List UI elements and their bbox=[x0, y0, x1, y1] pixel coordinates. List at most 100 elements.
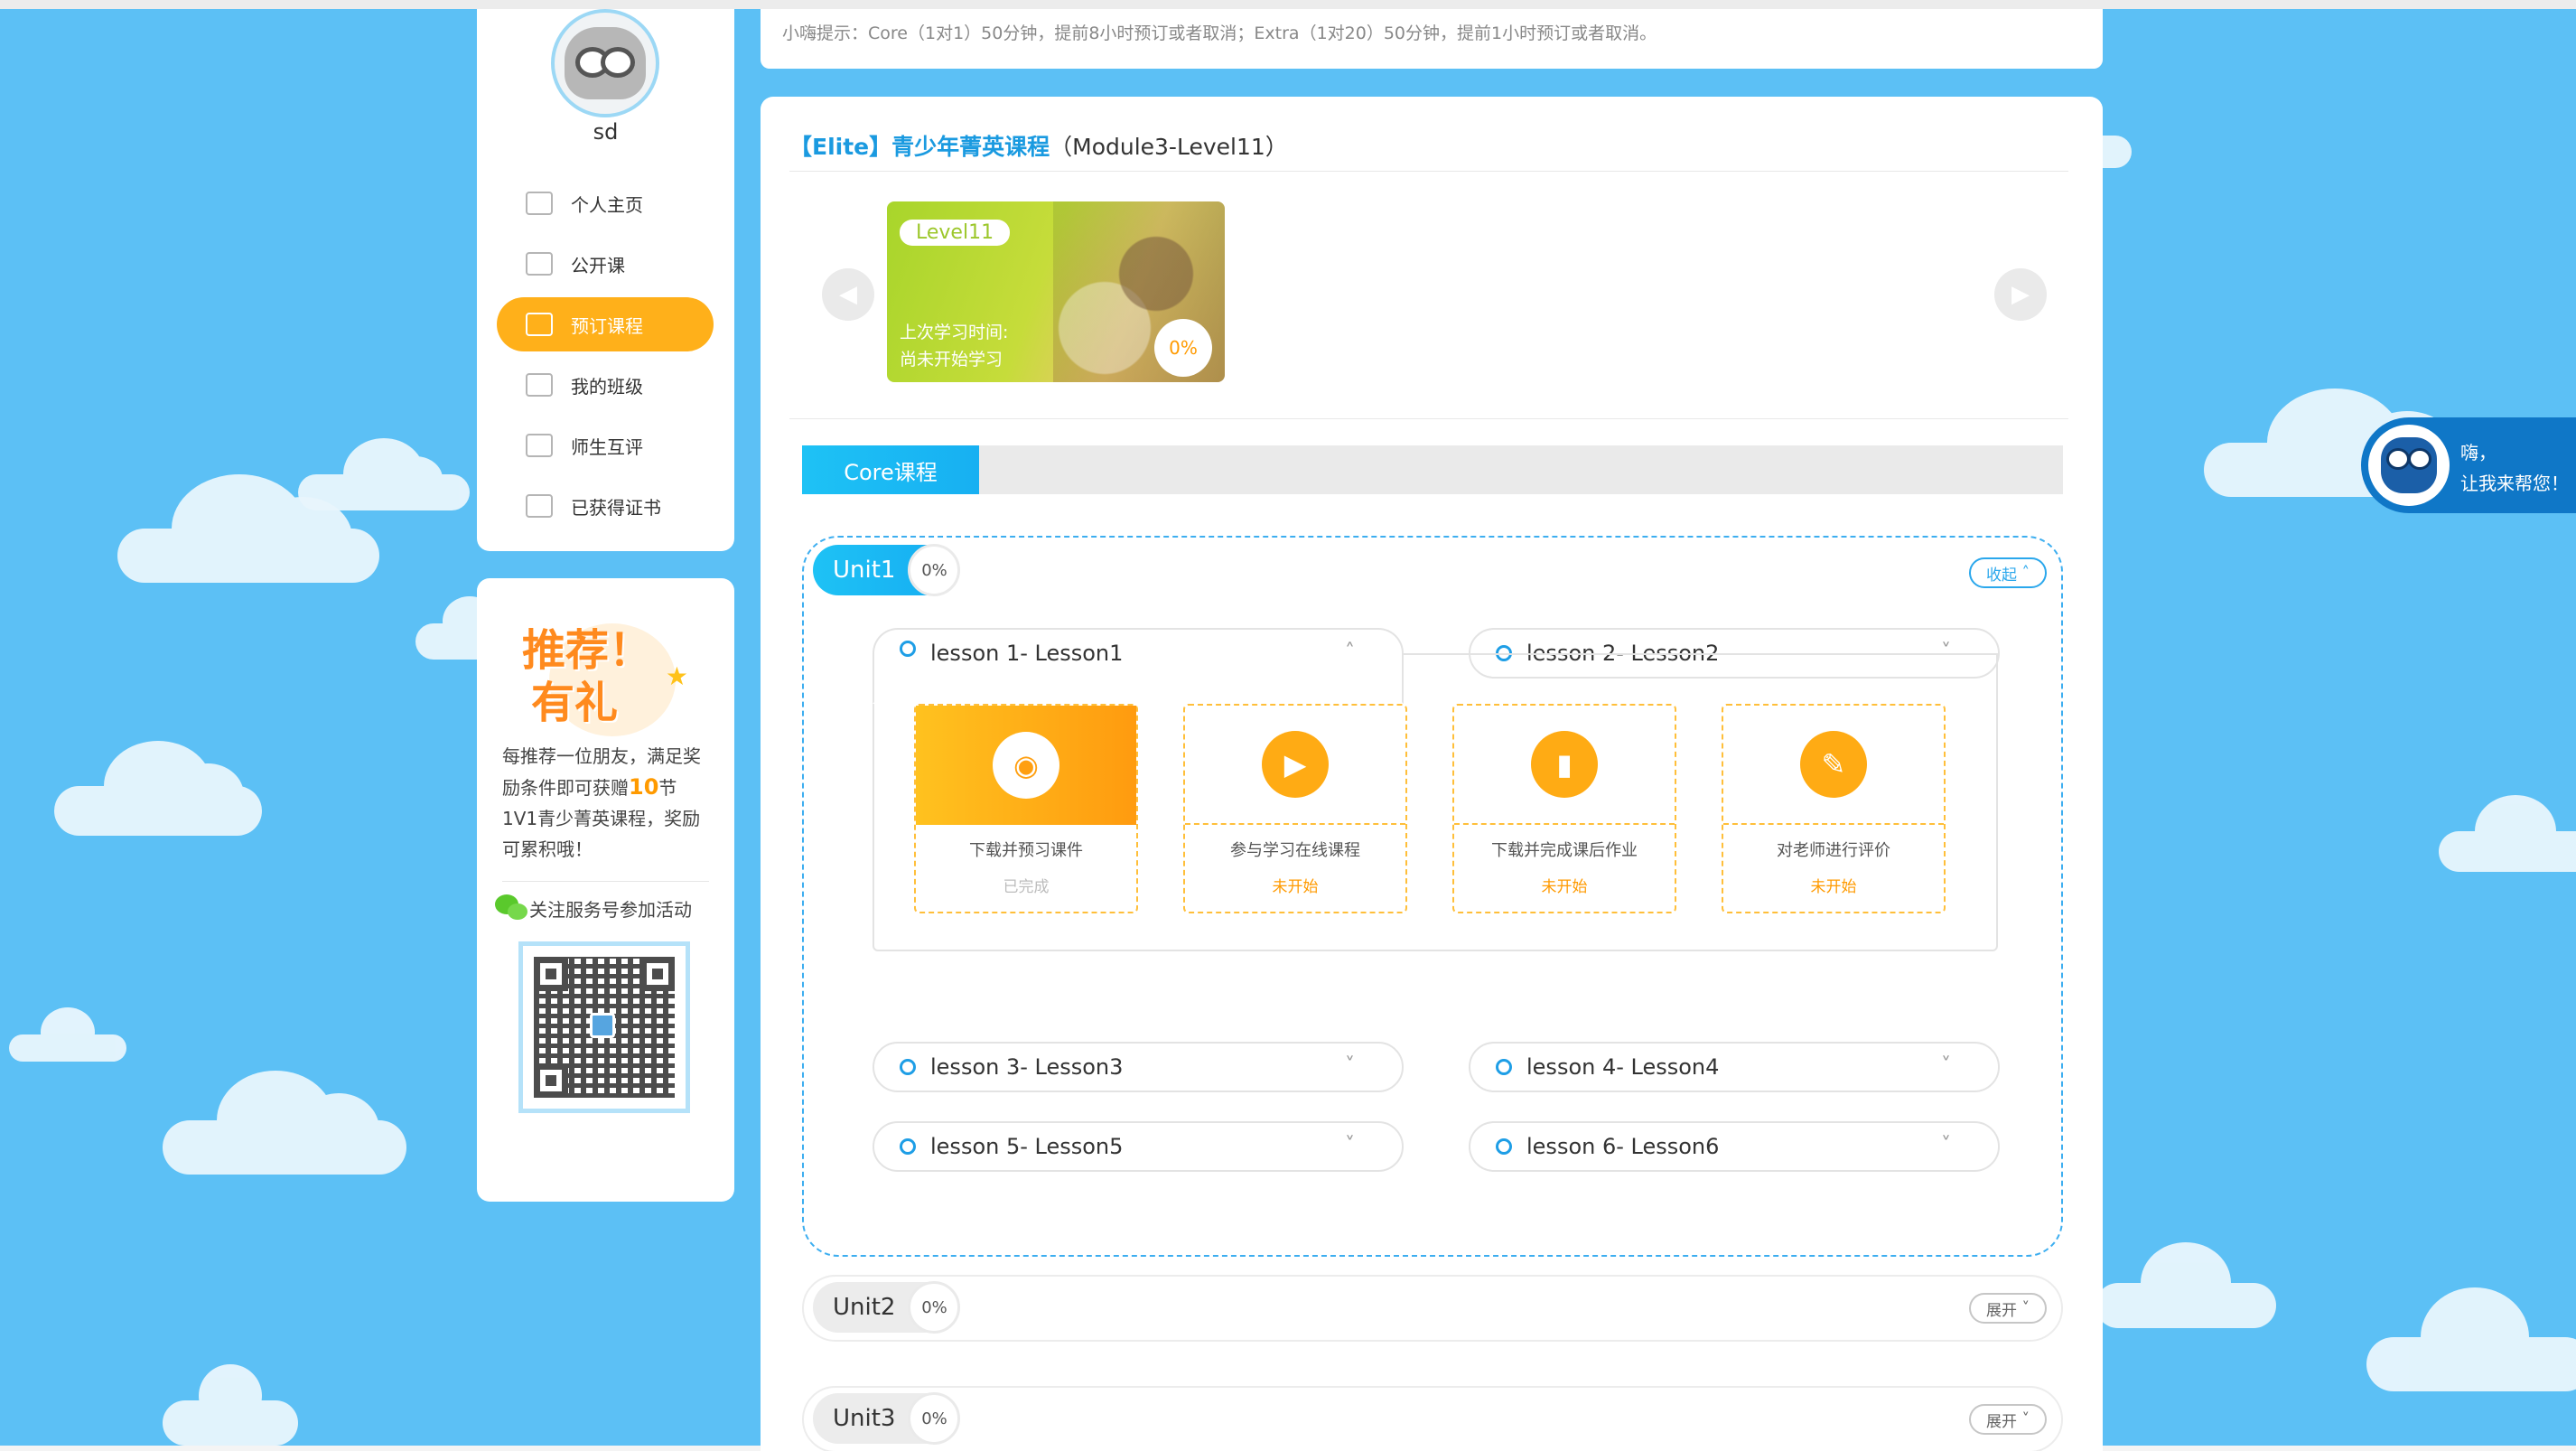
sidebar-item-label: 预订课程 bbox=[571, 314, 643, 337]
level-tag: Level11 bbox=[900, 220, 1011, 246]
cloud bbox=[54, 741, 262, 836]
owl-icon bbox=[2381, 437, 2437, 493]
lesson-item[interactable]: lesson 6- Lesson6 ˅ bbox=[1469, 1121, 2000, 1172]
step-label: 下载并预习课件 bbox=[969, 841, 1083, 860]
status-dot-icon bbox=[1496, 1059, 1512, 1075]
toggle-label: 收起 bbox=[1986, 566, 2018, 585]
chevron-down-icon: ˅ bbox=[1941, 1134, 1951, 1156]
chat-line1: 嗨， bbox=[2460, 442, 2497, 463]
course-panel: 【Elite】青少年菁英课程（Module3-Level11） ◀ Level1… bbox=[761, 97, 2103, 1451]
sidebar-item-book-course[interactable]: 预订课程 bbox=[497, 297, 714, 351]
collapse-button[interactable]: 收起 ˄ bbox=[1969, 557, 2047, 588]
notice-bar: 小嗨提示：Core（1对1）50分钟，提前8小时预订或者取消；Extra（1对2… bbox=[761, 9, 2103, 69]
tab-core[interactable]: Core课程 bbox=[802, 445, 979, 494]
step-card[interactable]: ◉ 下载并预习课件 已完成 bbox=[914, 704, 1138, 913]
qr-finder bbox=[534, 1063, 568, 1098]
course-tabbar: Core课程 bbox=[802, 445, 2063, 494]
unit-header: Unit2 0% bbox=[813, 1281, 961, 1334]
comment-icon bbox=[526, 434, 553, 457]
step-status: 未开始 bbox=[1810, 878, 1857, 896]
step-label: 对老师进行评价 bbox=[1777, 841, 1890, 860]
help-chat-widget[interactable]: 嗨， 让我来帮您！ bbox=[2361, 417, 2576, 513]
edit-icon: ✎ bbox=[1800, 731, 1867, 798]
chevron-down-icon: ˅ bbox=[1345, 1134, 1355, 1156]
last-study-label: 上次学习时间: bbox=[900, 323, 1009, 342]
cloud bbox=[298, 438, 470, 510]
chevron-up-icon: ˄ bbox=[1345, 641, 1355, 663]
promo-highlight: 10 bbox=[629, 774, 659, 800]
step-card[interactable]: ▮ 下载并完成课后作业 未开始 bbox=[1452, 704, 1676, 913]
referral-badge: 推荐！ 有礼 ★ bbox=[522, 614, 694, 736]
step-status: 未开始 bbox=[1272, 878, 1319, 896]
carousel-prev-button[interactable]: ◀ bbox=[822, 268, 874, 321]
unit-panel-expanded: Unit1 0% 收起 ˄ lesson 1- Lesson1 ˄ lesson… bbox=[802, 536, 2063, 1257]
sidebar-item-label: 个人主页 bbox=[571, 193, 643, 216]
last-study-info: 上次学习时间: 尚未开始学习 bbox=[900, 319, 1008, 373]
cloud bbox=[9, 1007, 126, 1062]
book-icon bbox=[526, 313, 553, 336]
chevron-right-icon: ▶ bbox=[2011, 281, 2030, 308]
level-card[interactable]: Level11 上次学习时间: 尚未开始学习 0% bbox=[887, 201, 1225, 382]
status-dot-icon bbox=[900, 1059, 916, 1075]
lesson-label: lesson 1- Lesson1 bbox=[930, 641, 1124, 666]
lesson-item[interactable]: lesson 1- Lesson1 ˄ bbox=[873, 628, 1404, 704]
divider bbox=[789, 171, 2068, 172]
expand-button[interactable]: 展开 ˅ bbox=[1969, 1404, 2047, 1435]
qr-finder bbox=[640, 957, 675, 991]
carousel-next-button[interactable]: ▶ bbox=[1994, 268, 2047, 321]
qr-code bbox=[518, 941, 690, 1113]
wechat-follow: 关注服务号参加活动 bbox=[495, 894, 692, 922]
unit-progress: 0% bbox=[908, 544, 961, 596]
home-icon bbox=[526, 192, 553, 215]
chevron-left-icon: ◀ bbox=[839, 281, 857, 308]
last-study-value: 尚未开始学习 bbox=[900, 350, 1003, 370]
sidebar-item-certificates[interactable]: 已获得证书 bbox=[497, 479, 714, 533]
sidebar-item-open-class[interactable]: 公开课 bbox=[497, 237, 714, 291]
lesson-label: lesson 3- Lesson3 bbox=[930, 1054, 1124, 1080]
toggle-label: 展开 bbox=[1986, 1301, 2018, 1320]
sidebar-item-label: 我的班级 bbox=[571, 375, 643, 398]
course-title: 【Elite】青少年菁英课程（Module3-Level11） bbox=[789, 129, 1288, 162]
unit-header: Unit3 0% bbox=[813, 1392, 961, 1445]
step-label: 参与学习在线课程 bbox=[1230, 841, 1360, 860]
sidebar-item-home[interactable]: 个人主页 bbox=[497, 176, 714, 230]
sidebar-item-label: 公开课 bbox=[571, 254, 625, 276]
sidebar-item-evaluations[interactable]: 师生互评 bbox=[497, 418, 714, 473]
chevron-down-icon: ˅ bbox=[2021, 1299, 2030, 1317]
expand-button[interactable]: 展开 ˅ bbox=[1969, 1293, 2047, 1324]
course-module: （Module3-Level11） bbox=[1050, 134, 1288, 160]
cloud bbox=[117, 474, 379, 583]
group-icon bbox=[526, 373, 553, 397]
step-icon-area: ✎ bbox=[1723, 706, 1944, 825]
step-icon-area: ▮ bbox=[1454, 706, 1675, 825]
toggle-label: 展开 bbox=[1986, 1412, 2018, 1431]
qr-finder bbox=[534, 957, 568, 991]
sidebar-nav: 个人主页 公开课 预订课程 我的班级 师生互评 已获得证书 bbox=[497, 176, 714, 539]
owl-mascot-icon bbox=[2368, 425, 2450, 506]
qr-pattern bbox=[534, 957, 675, 1098]
lesson-label: lesson 5- Lesson5 bbox=[930, 1134, 1124, 1159]
status-dot-icon bbox=[900, 1138, 916, 1155]
notebook-icon: ▮ bbox=[1531, 731, 1598, 798]
certificate-icon bbox=[526, 494, 553, 518]
lesson-item[interactable]: lesson 5- Lesson5 ˅ bbox=[873, 1121, 1404, 1172]
step-card[interactable]: ✎ 对老师进行评价 未开始 bbox=[1722, 704, 1946, 913]
chevron-down-icon: ˅ bbox=[1345, 1054, 1355, 1077]
unit-panel-collapsed: Unit3 0% 展开 ˅ bbox=[802, 1386, 2063, 1451]
unit-panel-collapsed: Unit2 0% 展开 ˅ bbox=[802, 1275, 2063, 1342]
step-card[interactable]: ▶ 参与学习在线课程 未开始 bbox=[1183, 704, 1407, 913]
status-dot-icon bbox=[900, 641, 916, 657]
lesson-item[interactable]: lesson 4- Lesson4 ˅ bbox=[1469, 1042, 2000, 1092]
lesson-item[interactable]: lesson 3- Lesson3 ˅ bbox=[873, 1042, 1404, 1092]
unit-progress: 0% bbox=[908, 1281, 961, 1334]
chevron-down-icon: ˅ bbox=[2021, 1410, 2030, 1428]
lesson-label: lesson 4- Lesson4 bbox=[1526, 1054, 1720, 1080]
profile-card: sd 个人主页 公开课 预订课程 我的班级 师生互评 已获得证书 bbox=[477, 9, 734, 551]
play-icon: ▶ bbox=[1262, 731, 1329, 798]
eye-icon: ◉ bbox=[993, 732, 1059, 799]
star-icon: ★ bbox=[665, 661, 688, 691]
avatar[interactable] bbox=[551, 9, 659, 117]
owl-avatar-icon bbox=[565, 27, 646, 99]
lesson-label: lesson 6- Lesson6 bbox=[1526, 1134, 1720, 1159]
sidebar-item-my-class[interactable]: 我的班级 bbox=[497, 358, 714, 412]
